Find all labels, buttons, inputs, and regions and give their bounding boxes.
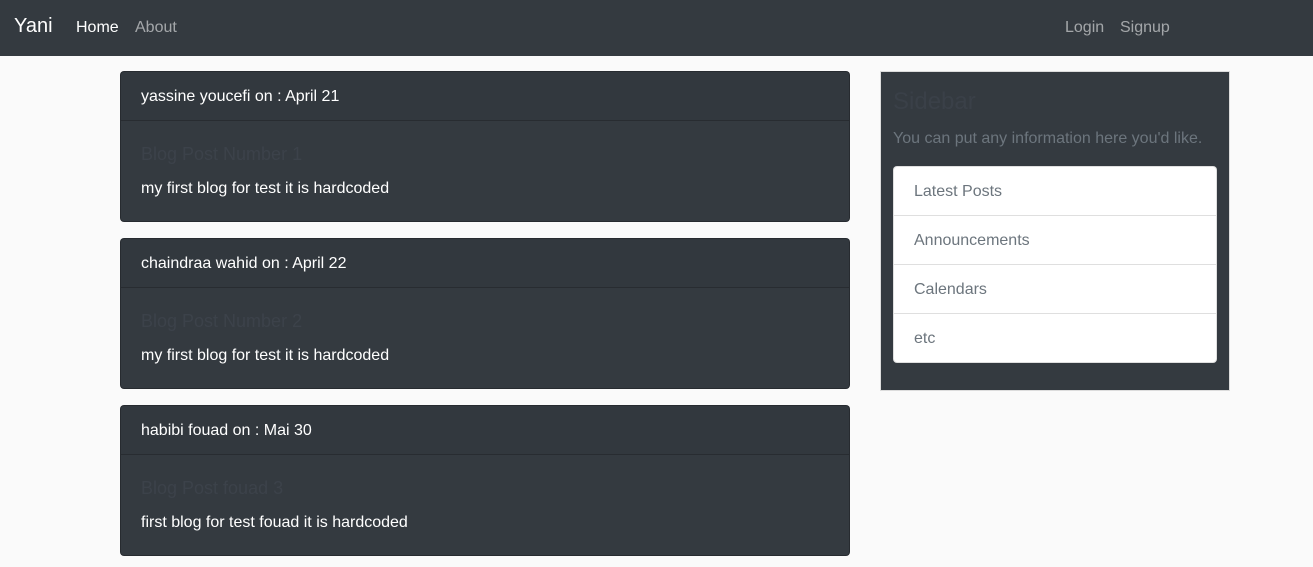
post-header: yassine youcefi on : April 21 — [121, 72, 849, 121]
post-header: habibi fouad on : Mai 30 — [121, 406, 849, 455]
post-card: yassine youcefi on : April 21 Blog Post … — [120, 71, 850, 222]
post-title: Blog Post Number 1 — [141, 144, 303, 164]
post-card: habibi fouad on : Mai 30 Blog Post fouad… — [120, 405, 850, 556]
sidebar-list: Latest Posts Announcements Calendars etc — [893, 166, 1217, 363]
sidebar-item-announcements[interactable]: Announcements — [894, 216, 1216, 265]
post-title: Blog Post Number 2 — [141, 311, 303, 331]
sidebar-item-calendars[interactable]: Calendars — [894, 265, 1216, 314]
sidebar-item-latest-posts[interactable]: Latest Posts — [894, 167, 1216, 216]
brand-link[interactable]: Yani — [14, 15, 53, 38]
nav-link-home[interactable]: Home — [76, 19, 119, 37]
nav-link-about[interactable]: About — [135, 19, 177, 37]
nav-link-signup[interactable]: Signup — [1120, 19, 1170, 37]
post-body: first blog for test fouad it is hardcode… — [141, 514, 408, 531]
sidebar-title: Sidebar — [893, 88, 976, 115]
top-navbar: Yani Home About Login Signup — [0, 0, 1313, 56]
sidebar-item-etc[interactable]: etc — [894, 314, 1216, 362]
sidebar-lead-text: You can put any information here you'd l… — [893, 130, 1203, 147]
post-title: Blog Post fouad 3 — [141, 478, 284, 498]
post-body: my first blog for test it is hardcoded — [141, 180, 390, 197]
post-body: my first blog for test it is hardcoded — [141, 347, 390, 364]
post-header: chaindraa wahid on : April 22 — [121, 239, 849, 288]
sidebar: Sidebar You can put any information here… — [880, 71, 1230, 391]
post-card: chaindraa wahid on : April 22 Blog Post … — [120, 238, 850, 389]
nav-link-login[interactable]: Login — [1065, 19, 1104, 37]
